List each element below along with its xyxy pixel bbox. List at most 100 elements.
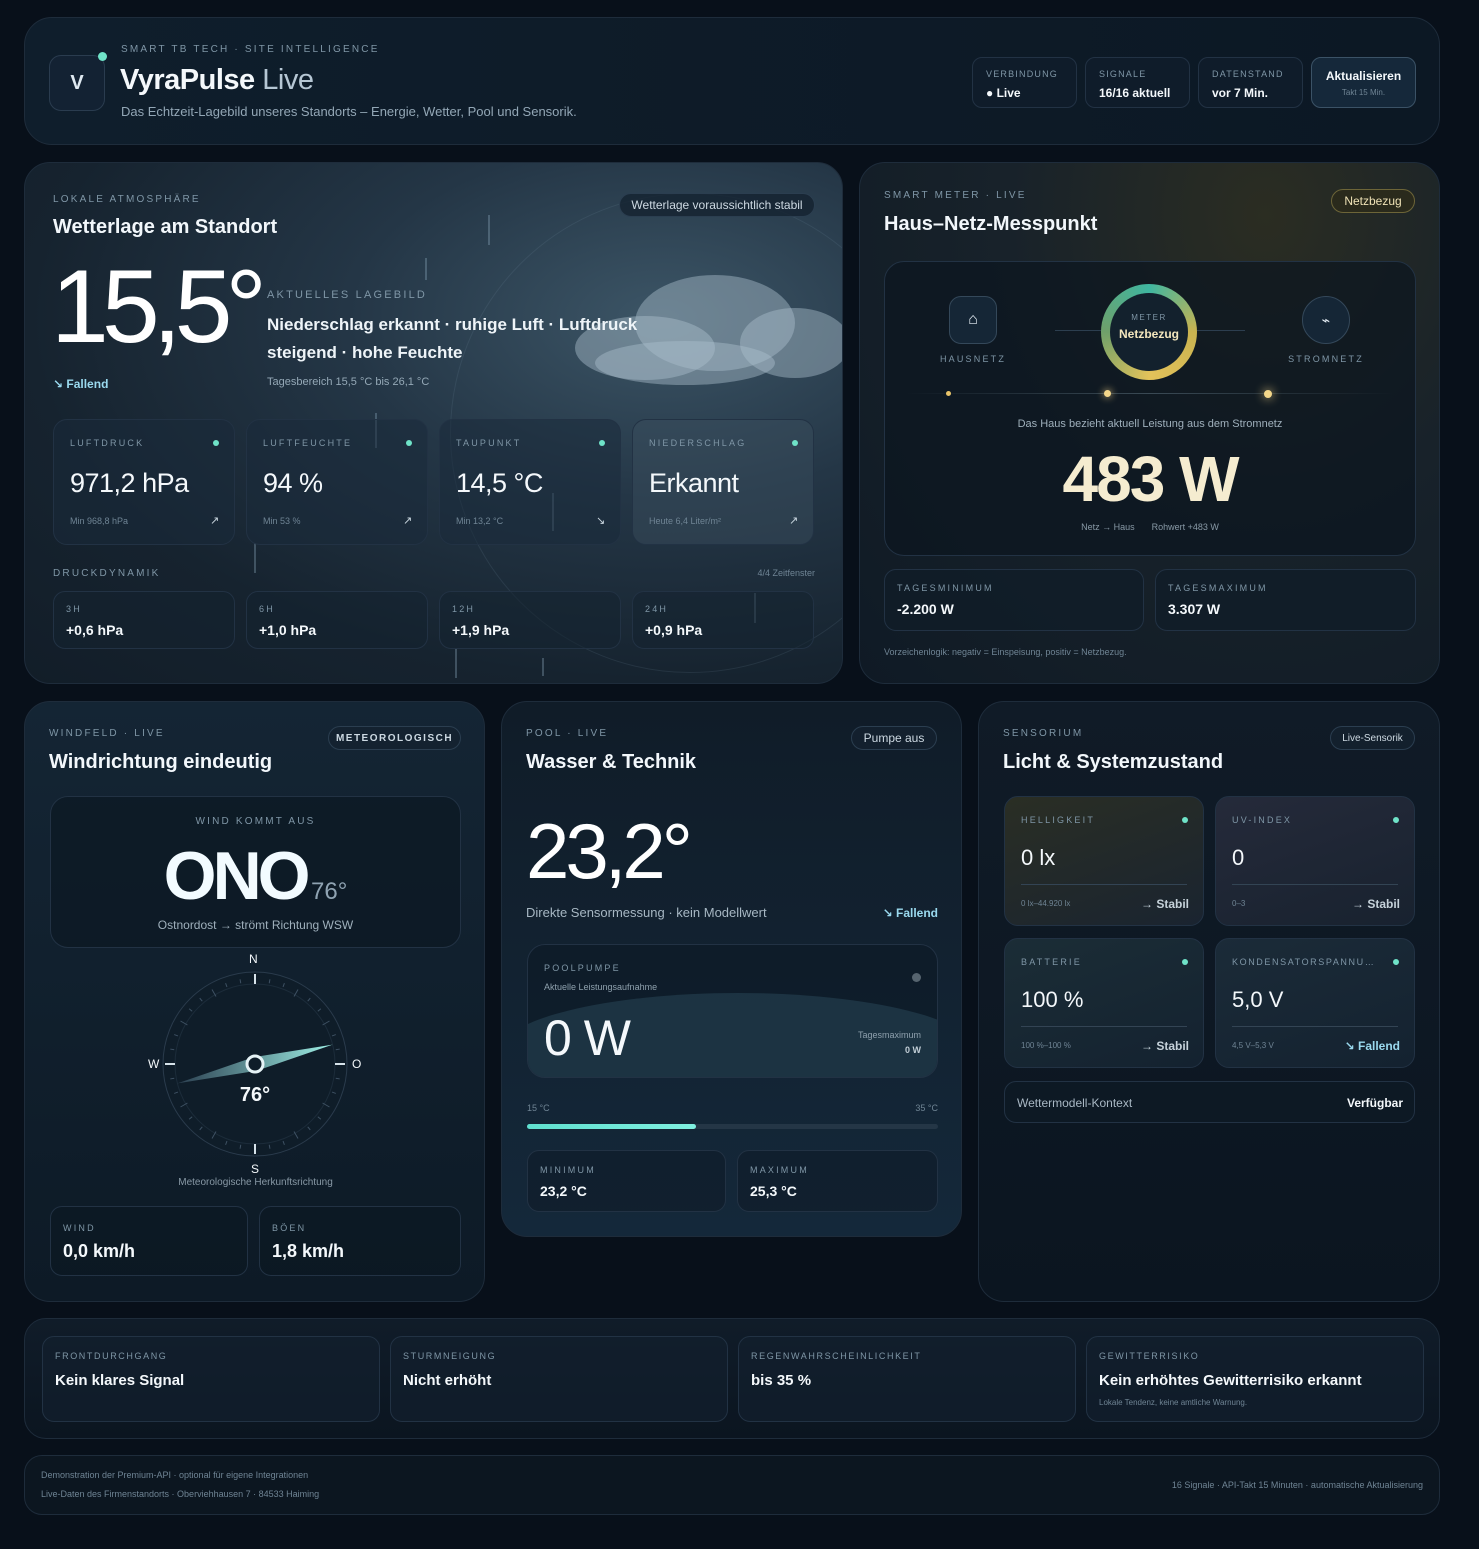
status-value: 16/16 aktuell [1099, 86, 1171, 100]
status-dot [1182, 817, 1188, 823]
footer-bar: Demonstration der Premium-API · optional… [24, 1455, 1440, 1515]
meter-ring-label: METER [1131, 313, 1167, 322]
pool-max-tile: MAXIMUM 25,3 °C [737, 1150, 938, 1212]
meter-day-max: TAGESMAXIMUM 3.307 W [1155, 569, 1416, 631]
status-dot [792, 440, 798, 446]
compass-tick [335, 1077, 340, 1080]
window-value: +1,0 hPa [259, 622, 317, 638]
flow-line-bottom [905, 393, 1395, 394]
min-value: 23,2 °C [540, 1183, 587, 1199]
flow-point-2 [1104, 390, 1111, 397]
trend-arrow-icon: ↘ [596, 515, 606, 527]
compass-tick [268, 1144, 271, 1149]
forecast-thunder: GEWITTERRISIKO Kein erhöhtes Gewitterris… [1086, 1336, 1424, 1422]
tile-range: 100 %–100 % [1021, 1041, 1071, 1050]
metric-sub: Min 53 % [263, 516, 301, 526]
sensor-live-badge: Live-Sensorik [1330, 726, 1415, 750]
sensor-tile-battery: BATTERIE 100 % 100 %–100 % → Stabil [1004, 938, 1204, 1068]
metric-label: LUFTDRUCK [70, 438, 145, 448]
metric-value: 14,5 °C [456, 468, 543, 498]
pump-value: 0 W [544, 1010, 631, 1066]
tile-divider [1021, 1026, 1187, 1027]
tile-divider [1232, 884, 1398, 885]
window-label: 24H [645, 604, 669, 614]
status-label: DATENSTAND [1212, 69, 1284, 79]
window-value: +0,6 hPa [66, 622, 124, 638]
compass-tick [170, 1048, 175, 1051]
forecast-label: GEWITTERRISIKO [1099, 1351, 1200, 1361]
sensor-tile-capacitor: KONDENSATORSPANNU… 5,0 V 4,5 V–5,3 V ↘ F… [1215, 938, 1415, 1068]
status-dot [1182, 959, 1188, 965]
compass-tick [239, 1144, 242, 1149]
pool-temp-bar-fill [527, 1124, 696, 1129]
meter-day-min: TAGESMINIMUM -2.200 W [884, 569, 1144, 631]
wind-title: Windrichtung eindeutig [49, 751, 273, 773]
forecast-label: REGENWAHRSCHEINLICHKEIT [751, 1351, 922, 1361]
rain-streak [425, 258, 427, 280]
compass-caption: Meteorologische Herkunftsrichtung [178, 1177, 333, 1188]
live-indicator-dot [98, 52, 107, 61]
window-value: +1,9 hPa [452, 622, 510, 638]
max-label: MAXIMUM [750, 1165, 809, 1175]
gust-value: 1,8 km/h [272, 1241, 345, 1261]
tile-trend: → Stabil [1140, 1039, 1189, 1053]
metric-label: LUFTFEUCHTE [263, 438, 353, 448]
weather-eyebrow: LOKALE ATMOSPHÄRE [53, 194, 201, 205]
lightning-icon: ⌁ [1321, 311, 1331, 328]
metric-tile-pressure: LUFTDRUCK 971,2 hPa Min 968,8 hPa ↗ [53, 419, 235, 545]
wind-speed-tile: WIND 0,0 km/h [50, 1206, 248, 1276]
compass-dial [162, 971, 348, 1157]
wind-eyebrow: WINDFELD · LIVE [49, 728, 165, 739]
grid-node: ⌁ [1302, 296, 1350, 344]
refresh-button[interactable]: Aktualisieren Takt 15 Min. [1311, 57, 1416, 108]
house-node: ⌂ [949, 296, 997, 344]
compass-n-label: N [249, 952, 258, 966]
day-range: Tagesbereich 15,5 °C bis 26,1 °C [267, 376, 430, 388]
min-value: -2.200 W [897, 601, 954, 617]
meter-ring-value: Netzbezug [1119, 327, 1179, 341]
flow-point-3 [1264, 390, 1272, 398]
pressure-window-3h: 3H +0,6 hPa [53, 591, 235, 649]
tile-value: 0 [1232, 845, 1245, 870]
status-datastate: DATENSTAND vor 7 Min. [1198, 57, 1303, 108]
pool-trend: ↘ Fallend [882, 906, 938, 920]
metric-tile-dewpoint: TAUPUNKT 14,5 °C Min 13,2 °C ↘ [439, 419, 621, 545]
forecast-label: STURMNEIGUNG [403, 1351, 497, 1361]
forecast-strip: FRONTDURCHGANG Kein klares Signal STURMN… [24, 1318, 1440, 1439]
forecast-note: Lokale Tendenz, keine amtliche Warnung. [1099, 1398, 1248, 1407]
app-tagline: Das Echtzeit-Lagebild unseres Standorts … [121, 104, 577, 119]
compass-o-label: O [352, 1057, 362, 1071]
pool-card: POOL · LIVE Wasser & Technik Pumpe aus 2… [501, 701, 962, 1237]
compass-degrees: 76° [239, 1084, 271, 1106]
pump-max-value: 0 W [904, 1045, 921, 1055]
rain-streak [455, 648, 457, 678]
refresh-label: Aktualisieren [1325, 69, 1402, 83]
tile-label: HELLIGKEIT [1021, 815, 1096, 825]
header-bar: V SMART TB TECH · SITE INTELLIGENCE Vyra… [24, 17, 1440, 145]
meter-card: SMART METER · LIVE Haus–Netz-Messpunkt N… [859, 162, 1440, 684]
tile-range: 0 lx–44.920 lx [1021, 899, 1071, 908]
meter-ring: METER Netzbezug [1101, 284, 1197, 380]
min-label: MINIMUM [540, 1165, 596, 1175]
pool-scale-min: 15 °C [527, 1103, 550, 1113]
tile-trend: → Stabil [1140, 897, 1189, 911]
status-value: vor 7 Min. [1212, 86, 1269, 100]
tile-trend: ↘ Fallend [1344, 1039, 1400, 1053]
meter-state-badge: Netzbezug [1331, 189, 1415, 213]
meter-power-value: 483 W [1062, 443, 1240, 515]
metric-value: 94 % [263, 468, 323, 498]
pressure-dynamics-label: DRUCKDYNAMIK [53, 568, 161, 579]
sensor-tile-uv: UV-INDEX 0 0–3 → Stabil [1215, 796, 1415, 926]
forecast-rain: REGENWAHRSCHEINLICHKEIT bis 35 % [738, 1336, 1076, 1422]
pool-temperature: 23,2° [526, 807, 693, 895]
speed-value: 0,0 km/h [63, 1241, 136, 1261]
status-label: VERBINDUNG [986, 69, 1059, 79]
flow-direction: Netz → Haus [1081, 522, 1135, 532]
meter-flow-panel: ⌂ HAUSNETZ METER Netzbezug ⌁ STROMNETZ D… [884, 261, 1416, 556]
forecast-value: bis 35 % [751, 1372, 812, 1389]
forecast-value: Kein klares Signal [55, 1372, 185, 1389]
pump-status-dot [912, 973, 921, 982]
compass-tick [268, 979, 271, 984]
wind-direction-panel: WIND KOMMT AUS ONO 76° Ostnordost → strö… [50, 796, 461, 948]
wind-degrees: 76° [311, 878, 348, 905]
